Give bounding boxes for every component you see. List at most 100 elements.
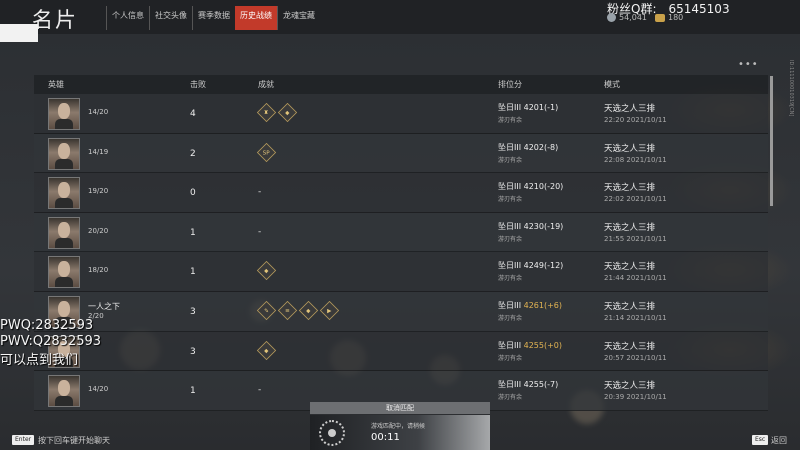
table-row[interactable]: 14/19 2 SP 坠日III 4202(-8) 游刃有余 天选之人三排 22:08 20… [34, 133, 768, 174]
defeats-count: 3 [190, 306, 196, 317]
scrollbar[interactable] [770, 76, 773, 206]
rank-score: 坠日III 4255(-7) [498, 379, 558, 390]
rank-score: 坠日III 4202(-8) [498, 142, 558, 153]
game-mode: 天选之人三排 [604, 183, 656, 194]
rank-subtitle: 游刃有余 [498, 275, 523, 283]
rank-value: 坠日III [498, 300, 524, 310]
rank-value: 坠日III 4249 [498, 261, 544, 271]
defeats-count: 0 [190, 188, 196, 199]
header-hero: 英雄 [48, 80, 64, 89]
gold-ingot-icon [655, 13, 665, 22]
cancel-match-button[interactable]: 取消匹配 [310, 402, 490, 414]
tab-bar: 个人信息 社交头像 赛季数据 历史战绩 龙魂宝藏 [106, 6, 320, 34]
hero-score: 19/20 [88, 187, 109, 196]
tab-social-avatar[interactable]: 社交头像 [149, 6, 192, 30]
rank-value: 坠日III 4255 [498, 380, 544, 390]
matchmaking-panel: 取消匹配 游戏匹配中，请稍候 00:11 [310, 402, 490, 450]
rank-delta: (-1) [543, 103, 559, 112]
badge-glyph: ✎ [264, 307, 269, 314]
rank-delta: (-7) [543, 380, 559, 390]
watermark-line-2: PWV:Q2832593 [0, 334, 102, 349]
rank-subtitle: 游刃有余 [498, 314, 523, 322]
hero-avatar [48, 256, 80, 289]
ach-badge-c-icon[interactable]: ◆ [256, 261, 277, 281]
rank-value: 坠日III [498, 340, 524, 350]
rank-subtitle: 游刃有余 [498, 196, 523, 204]
badge-glyph: ◆ [264, 267, 269, 275]
rank-value: 坠日III 4210 [498, 182, 544, 192]
game-mode: 天选之人三排 [604, 104, 656, 114]
ach-badge-e-icon[interactable]: ≡ [277, 300, 298, 321]
hero-avatar [48, 177, 80, 210]
rank-score: 坠日III 4249(-12) [498, 260, 563, 271]
tab-season-data[interactable]: 赛季数据 [192, 6, 235, 30]
badge-glyph: ♜ [263, 109, 270, 116]
ach-badge-h-icon[interactable]: ◆ [256, 340, 277, 360]
matchmaking-timer: 00:11 [371, 432, 400, 443]
table-row[interactable]: 3 ◆ 坠日III 4255(+0) 游刃有余 天选之人三排 20:57 2021/10/… [34, 331, 768, 372]
achievement-badges: ✎ ≡ ◆ ▶ [256, 300, 340, 321]
header-kd: 击败 [190, 80, 206, 89]
tab-personal-info[interactable]: 个人信息 [106, 6, 149, 30]
tab-match-history[interactable]: 历史战绩 [235, 6, 277, 30]
rank-subtitle: 游刃有余 [498, 394, 523, 402]
silver-coin-icon [607, 13, 616, 22]
table-row[interactable]: 一人之下 2/20 3 ✎ ≡ ◆ ▶ 坠日III 4261(+6) 游刃有余 天选之人三排 21:… [34, 291, 768, 332]
corner-tag [0, 24, 38, 42]
defeats-count: 1 [190, 227, 196, 238]
silver-amount: 54,041 [619, 13, 647, 22]
hero-avatar [48, 375, 80, 408]
game-mode: 天选之人三排 [604, 381, 656, 392]
rank-delta: (-19) [543, 221, 564, 231]
loading-spinner-icon [319, 420, 345, 446]
ach-badge-d-icon[interactable]: ✎ [256, 300, 277, 321]
ach-badge-b-icon[interactable]: ◆ [277, 102, 298, 123]
rank-delta: (-8) [543, 142, 559, 152]
match-time: 21:44 2021/10/11 [604, 274, 667, 283]
table-row[interactable]: 18/20 1 ◆ 坠日III 4249(-12) 游刃有余 天选之人三排 21:44 20… [34, 252, 768, 292]
match-time: 21:14 2021/10/11 [604, 313, 667, 322]
rank-score: 坠日III 4255(+0) [498, 340, 562, 351]
achievement-badges: ◆ [256, 340, 277, 360]
rank-subtitle: 游刃有余 [498, 235, 523, 243]
tab-dragon-treasure[interactable]: 龙魂宝藏 [277, 6, 320, 30]
game-mode: 天选之人三排 [604, 143, 656, 154]
ach-badge-g-icon[interactable]: ▶ [319, 300, 340, 321]
defeats-count: 4 [190, 109, 196, 119]
ach-badge-sp-icon[interactable]: SP [256, 142, 277, 162]
badge-glyph: ≡ [285, 307, 290, 314]
hero-score: 14/19 [88, 147, 109, 156]
match-time: 20:39 2021/10/11 [604, 393, 667, 402]
match-time: 22:20 2021/10/11 [604, 116, 667, 124]
defeats-count: 3 [190, 346, 196, 357]
more-options-icon[interactable]: ••• [738, 59, 759, 70]
player-uid: ID:111100010319[CN] [788, 60, 794, 117]
table-row[interactable]: 19/20 0 - 坠日III 4210(-20) 游刃有余 天选之人三排 22:02 20… [34, 173, 768, 213]
rank-delta-gold: 4255(+0) [523, 340, 563, 350]
enter-key-icon: Enter [12, 435, 35, 445]
rank-score: 坠日III 4210(-20) [498, 181, 563, 192]
rank-score: 坠日III 4201(-1) [498, 102, 558, 113]
defeats-count: 1 [190, 386, 196, 397]
back-button[interactable]: 返回 [771, 435, 787, 446]
table-row[interactable]: 20/20 1 - 坠日III 4230(-19) 游刃有余 天选之人三排 21:55 20… [34, 212, 768, 253]
match-history-table: 英雄 击败 成就 排位分 模式 14/20 4 ♜ ◆ 坠日III 4201(-1) 游刃… [34, 75, 768, 411]
table-row[interactable]: 14/20 4 ♜ ◆ 坠日III 4201(-1) 游刃有余 天选之人三排 22:20 20… [34, 94, 768, 134]
ach-badge-a-icon[interactable]: ♜ [256, 102, 277, 123]
header-rank: 排位分 [498, 80, 522, 89]
match-time: 20:57 2021/10/11 [604, 353, 667, 362]
ach-badge-f-icon[interactable]: ◆ [298, 300, 319, 321]
game-mode: 天选之人三排 [604, 301, 656, 312]
defeats-count: 2 [190, 148, 196, 159]
achievement-badges: ♜ ◆ [256, 102, 298, 123]
match-time: 22:08 2021/10/11 [604, 155, 667, 164]
rank-subtitle: 游刃有余 [498, 117, 523, 124]
rank-value: 坠日III 4201 [498, 103, 544, 112]
matchmaking-status-box: 游戏匹配中，请稍候 00:11 [310, 415, 490, 450]
badge-glyph: ▶ [327, 307, 332, 314]
esc-key-icon: Esc [752, 435, 769, 445]
hero-avatar [48, 98, 80, 130]
rank-score: 坠日III 4261(+6) [498, 300, 562, 311]
hero-avatar [48, 137, 80, 170]
achievement-badges: SP [256, 142, 277, 162]
